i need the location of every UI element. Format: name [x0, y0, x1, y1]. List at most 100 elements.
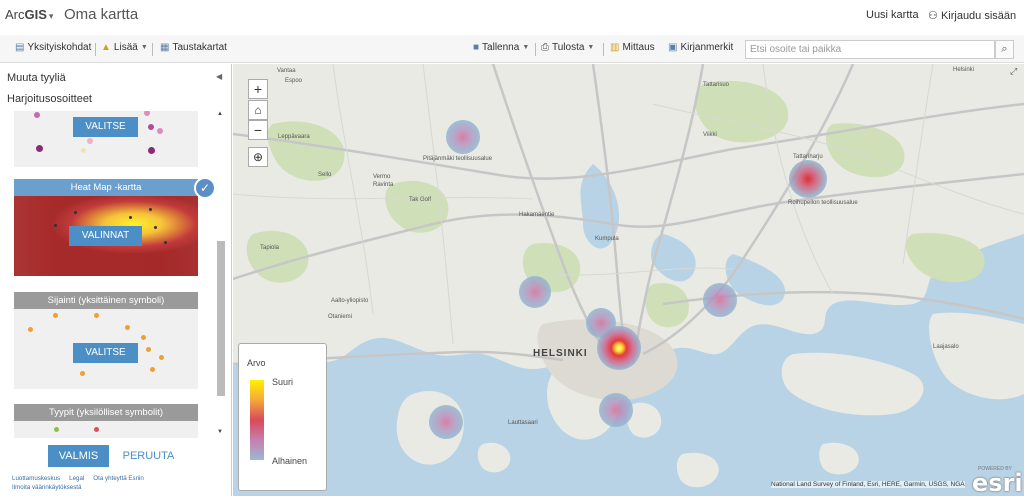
add-label: Lisää: [113, 42, 138, 53]
preview-dot: [150, 367, 155, 372]
footer-link-report[interactable]: Ilmoita väärinkäytöksestä: [12, 484, 81, 491]
card-preview: VALITSE: [14, 309, 198, 389]
island: [819, 442, 859, 475]
choose-button[interactable]: VALITSE: [73, 343, 138, 363]
place-label: Leppävaara: [278, 134, 310, 140]
map-view[interactable]: Vantaa Espoo Leppävaara Sello Vermo Ravi…: [233, 64, 1024, 496]
place-label: Tapiola: [260, 245, 280, 251]
place-label: Viikki: [703, 132, 717, 138]
new-map-link[interactable]: Uusi kartta: [866, 9, 919, 21]
style-panel: Muuta tyyliä ◀ Harjoitusosoitteet VALITS…: [0, 64, 232, 496]
done-button[interactable]: VALMIS: [48, 445, 109, 467]
style-card-counts[interactable]: VALITSE: [14, 111, 198, 167]
basemap-grid-icon: ▦: [160, 42, 170, 53]
add-button[interactable]: ▲ Lisää ▼: [101, 42, 148, 53]
basemap: [233, 64, 1024, 488]
basemaps-button[interactable]: ▦ Taustakartat: [160, 42, 227, 53]
preview-dot: [34, 112, 40, 118]
map-attribution: National Land Survey of Finland, Esri, H…: [771, 481, 965, 488]
toolbar: ▤ Yksityiskohdat ▲ Lisää ▼ ▦ Taustakartat ■ T…: [0, 35, 1024, 63]
place-label: Tak Golf: [409, 197, 432, 203]
zoom-out-button[interactable]: −: [248, 120, 268, 140]
place-label: Helsinki: [953, 67, 975, 73]
panel-heading: Muuta tyyliä: [7, 72, 66, 84]
preview-dot: [125, 325, 130, 330]
choose-button[interactable]: VALITSE: [73, 117, 138, 137]
add-layer-icon: ▲: [101, 42, 111, 53]
brand-prefix: Arc: [5, 7, 25, 22]
heat-spot: [597, 326, 641, 370]
card-title: Heat Map -kartta: [14, 179, 198, 196]
selected-check-icon: ✓: [194, 177, 216, 199]
style-card-location[interactable]: Sijainti (yksittäinen symboli) VALITSE: [14, 292, 198, 389]
preview-dot: [148, 147, 155, 154]
card-title: Sijainti (yksittäinen symboli): [14, 292, 198, 309]
card-preview: VALITSE: [14, 111, 198, 167]
details-icon: ▤: [15, 42, 25, 53]
panel-scrollbar[interactable]: ▲ ▼: [216, 111, 226, 438]
card-title: Tyypit (yksilölliset symbolit): [14, 404, 198, 421]
place-label: Vermo: [373, 174, 391, 180]
details-button[interactable]: ▤ Yksityiskohdat: [15, 42, 91, 53]
preview-dot: [149, 208, 152, 211]
sign-in-link[interactable]: ⚇ Kirjaudu sisään: [928, 9, 1016, 22]
bookmarks-button[interactable]: ▣ Kirjanmerkit: [668, 42, 733, 53]
preview-dot: [94, 313, 99, 318]
top-bar: ArcGIS ▾ Oma kartta Uusi kartta ⚇ Kirjaud…: [0, 0, 1024, 33]
save-icon: ■: [473, 42, 480, 53]
place-label: Tattariharju: [793, 154, 823, 160]
place-label: Roihupellon teollisuusalue: [788, 200, 858, 206]
expand-icon[interactable]: ⤢: [1010, 66, 1017, 77]
legend-low-label: Alhainen: [272, 456, 308, 466]
footer-link-legal[interactable]: Legal: [69, 475, 84, 482]
basemaps-label: Taustakartat: [172, 42, 227, 53]
home-icon: ⌂: [254, 103, 262, 117]
place-label: Lauttasaari: [508, 420, 538, 426]
preview-dot: [129, 216, 132, 219]
options-button[interactable]: VALINNAT: [69, 226, 142, 246]
scrollbar-thumb[interactable]: [217, 241, 225, 396]
brand-bold: GIS: [24, 7, 47, 22]
legend-high-label: Suuri: [272, 377, 294, 387]
place-label: Otaniemi: [328, 314, 353, 320]
bookmark-icon: ▣: [668, 42, 678, 53]
heatmap-preview: VALINNAT: [14, 196, 198, 276]
toolbar-divider: [603, 43, 604, 56]
save-button[interactable]: ■ Tallenna ▼: [473, 42, 529, 53]
heat-spot: [789, 160, 827, 198]
style-card-heatmap[interactable]: Heat Map -kartta VALINNAT ✓: [14, 177, 216, 276]
toolbar-divider: [95, 43, 96, 56]
search-input[interactable]: Etsi osoite tai paikka: [745, 40, 995, 59]
home-button[interactable]: ⌂: [248, 100, 268, 120]
footer-link-contact[interactable]: Ota yhteyttä Esriin: [93, 475, 144, 482]
scroll-down-icon[interactable]: ▼: [217, 429, 223, 435]
place-label: Tattarisuo: [703, 82, 730, 88]
details-label: Yksityiskohdat: [27, 42, 92, 53]
style-card-types[interactable]: Tyypit (yksilölliset symbolit): [14, 404, 198, 438]
zoom-in-button[interactable]: +: [248, 79, 268, 99]
chevron-down-icon: ▾: [48, 11, 54, 21]
preview-dot: [148, 124, 154, 130]
island: [477, 442, 511, 473]
scroll-up-icon[interactable]: ▲: [217, 111, 223, 117]
place-label: Hakamäentie: [519, 212, 555, 218]
search-button[interactable]: ⌕: [995, 40, 1014, 59]
heat-spot: [599, 393, 633, 427]
legend-title: Arvo: [247, 358, 266, 368]
heat-spot: [519, 276, 551, 308]
place-label: Laajasalo: [933, 344, 959, 350]
measure-button[interactable]: ▥ Mittaus: [610, 42, 655, 53]
island: [781, 352, 924, 416]
arcgis-brand-menu[interactable]: ArcGIS ▾: [5, 7, 53, 22]
preview-dot: [159, 355, 164, 360]
place-label: Ravinta: [373, 182, 394, 188]
preview-dot: [146, 347, 151, 352]
preview-dot: [74, 211, 77, 214]
locate-button[interactable]: ⊕: [248, 147, 268, 167]
cancel-button[interactable]: PERUUTA: [118, 445, 179, 467]
footer-link-trust[interactable]: Luottamuskeskus: [12, 475, 60, 482]
heat-spot: [429, 405, 463, 439]
footer-links: Luottamuskeskus Legal Ota yhteyttä Esriin …: [12, 474, 212, 492]
collapse-panel-icon[interactable]: ◀: [216, 72, 222, 81]
print-button[interactable]: ⎙ Tulosta ▼: [541, 42, 594, 53]
